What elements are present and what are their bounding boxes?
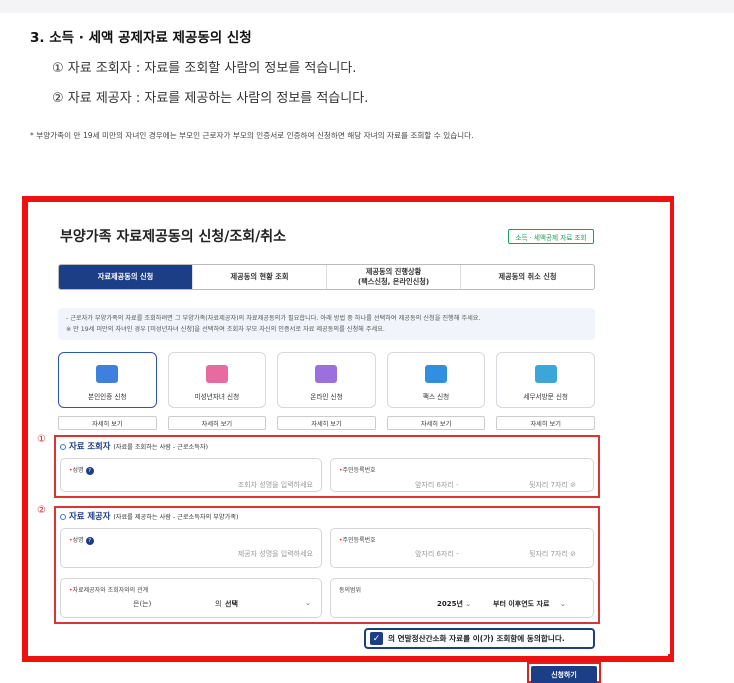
viewer-rrn-front[interactable]: 앞자리 6자리 - <box>415 480 459 490</box>
info-box: - 근로자가 부양가족의 자료를 조회하려면 그 부양가족(자료제공자)의 자료… <box>58 308 595 340</box>
scope-year-select[interactable]: 2025년 ⌄ <box>437 599 471 609</box>
tab-bar: 자료제공동의 신청 제공동의 현황 조회 제공동의 진행상황 (팩스신청, 온라… <box>58 264 595 290</box>
provider-rrn-back[interactable]: 뒷자리 7자리 ⊘ <box>529 549 576 559</box>
tab-consent-apply[interactable]: 자료제공동의 신청 <box>59 265 192 289</box>
chevron-down-icon[interactable]: ⌄ <box>305 599 311 607</box>
detail-button-minor[interactable]: 자세히 보기 <box>167 416 267 430</box>
id-card-icon <box>96 365 119 383</box>
detail-button-tax-office[interactable]: 자세히 보기 <box>496 416 595 430</box>
step-provider-desc: ② 자료 제공자 : 자료를 제공하는 사람의 정보를 적습니다. <box>52 91 369 106</box>
eye-slash-icon[interactable]: ⊘ <box>570 550 576 558</box>
top-bar <box>0 0 734 13</box>
tab-consent-status[interactable]: 제공동의 현황 조회 <box>192 265 326 289</box>
checkmark-icon[interactable]: ✓ <box>370 632 383 645</box>
bullet-icon <box>60 443 66 450</box>
viewer-rrn-field: •주민등록번호 앞자리 6자리 - 뒷자리 7자리 ⊘ <box>330 458 594 492</box>
help-icon[interactable]: ? <box>85 467 94 475</box>
marker-1: ① <box>37 434 46 445</box>
info-line-2: ※ 만 19세 미만의 자녀인 경우 [미성년자녀 신청]을 선택하여 조회자 … <box>66 326 385 333</box>
viewer-name-input[interactable]: 조회자 성명을 입력하세요 <box>238 480 313 490</box>
step-viewer-desc: ① 자료 조회자 : 자료를 조회할 사람의 정보를 적습니다. <box>52 61 357 76</box>
detail-button-online[interactable]: 자세히 보기 <box>277 416 376 430</box>
apply-button[interactable]: 신청하기 <box>531 666 597 683</box>
relation-mid: 의 <box>215 600 222 608</box>
method-card-fax[interactable]: 팩스 신청 <box>386 352 486 408</box>
tab-consent-progress[interactable]: 제공동의 진행상황 (팩스신청, 온라인신청) <box>326 265 460 289</box>
eye-slash-icon[interactable]: ⊘ <box>570 481 576 489</box>
consent-checkbox[interactable]: ✓ 의 연말정산간소화 자료를 이(가) 조회함에 동의합니다. <box>364 628 595 649</box>
method-card-tax-office[interactable]: 세무서방문 신청 <box>496 352 595 408</box>
relation-field: •자료제공자와 조회자와의 관계 은(는) 의 선택 ⌄ <box>60 578 322 618</box>
minor-note: * 부양가족이 만 19세 미만의 자녀인 경우에는 부모인 근로자가 부모의 … <box>30 131 474 140</box>
method-label: 세무서방문 신청 <box>523 393 568 401</box>
method-label: 미성년자녀 신청 <box>194 393 240 401</box>
marker-2: ② <box>37 505 46 516</box>
provider-section-title: 자료 제공자 (자료를 제공하는 사람 - 근로소득자의 부양가족) <box>60 510 238 522</box>
viewer-name-field[interactable]: •성명? 조회자 성명을 입력하세요 <box>60 458 322 492</box>
relation-select[interactable]: 선택 <box>225 599 238 609</box>
method-label: 팩스 신청 <box>422 393 450 401</box>
section-title: 3. 소득 · 세액 공제자료 제공동의 신청 <box>30 30 252 46</box>
detail-button-fax[interactable]: 자세히 보기 <box>386 416 486 430</box>
provider-rrn-front[interactable]: 앞자리 6자리 - <box>415 549 459 559</box>
method-card-minor[interactable]: 미성년자녀 신청 <box>167 352 267 408</box>
method-label: 온라인 신청 <box>310 393 343 401</box>
viewer-section-title: 자료 조회자 (자료를 조회하는 사람 - 근로소득자) <box>60 440 208 452</box>
monitor-icon <box>315 365 338 383</box>
method-card-online[interactable]: 온라인 신청 <box>277 352 376 408</box>
help-icon[interactable]: ? <box>85 537 94 545</box>
method-label: 본인인증 신청 <box>88 393 127 401</box>
provider-name-input[interactable]: 제공자 성명을 입력하세요 <box>238 549 313 559</box>
bullet-icon <box>60 513 66 520</box>
provider-rrn-field: •주민등록번호 앞자리 6자리 - 뒷자리 7자리 ⊘ <box>330 528 594 568</box>
provider-name-field[interactable]: •성명? 제공자 성명을 입력하세요 <box>60 528 322 568</box>
child-icon <box>205 365 228 383</box>
info-line-1: - 근로자가 부양가족의 자료를 조회하려면 그 부양가족(자료제공자)의 자료… <box>66 315 481 322</box>
relation-prefix: 은(는) <box>133 600 152 608</box>
panel-title: 부양가족 자료제공동의 신청/조회/취소 <box>60 229 287 245</box>
detail-button-self-auth[interactable]: 자세히 보기 <box>58 416 157 430</box>
tax-deduction-link[interactable]: 소득 · 세액공제 자료 조회 <box>508 229 594 244</box>
office-icon <box>534 365 557 383</box>
viewer-rrn-back[interactable]: 뒷자리 7자리 ⊘ <box>529 480 576 490</box>
detail-buttons: 자세히 보기 자세히 보기 자세히 보기 자세히 보기 자세히 보기 <box>58 416 595 430</box>
scope-field: 동의범위 2025년 ⌄ 부터 이후연도 자료 ⌄ <box>330 578 594 618</box>
fax-icon <box>425 365 448 383</box>
tab-consent-cancel[interactable]: 제공동의 취소 신청 <box>460 265 594 289</box>
scope-range-select[interactable]: 부터 이후연도 자료 ⌄ <box>493 599 566 609</box>
method-cards: 본인인증 신청 미성년자녀 신청 온라인 신청 팩스 신청 세무서방문 신청 <box>58 352 595 408</box>
method-card-self-auth[interactable]: 본인인증 신청 <box>58 352 157 408</box>
